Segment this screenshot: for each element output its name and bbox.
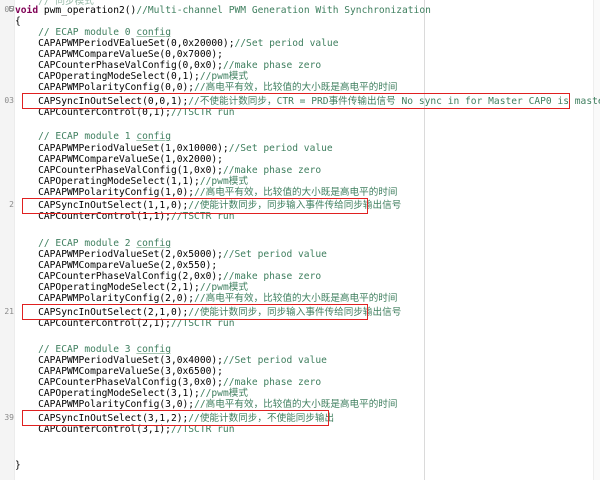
code-comment: //高电平有效，比较值的大小既是高电平的时间	[194, 399, 398, 410]
line-number: 21	[4, 307, 14, 316]
code-text: CAPCounterPhaseValConfig(1,0x0);	[15, 165, 223, 176]
code-comment: //make phase zero	[222, 271, 322, 282]
code-comment: //make phase zero	[222, 377, 322, 388]
code-line[interactable]: CAPCounterPhaseValConfig(0,0x0);//make p…	[15, 60, 321, 71]
vertical-scrollbar[interactable]	[593, 0, 600, 480]
code-comment: config	[136, 27, 171, 38]
code-line[interactable]: CAPAPWMPeriodValueSet(3,0x4000);//Set pe…	[15, 355, 327, 366]
code-comment: //pwm模式	[199, 388, 248, 399]
code-line[interactable]: CAPOperatingModeSelect(1,1);//pwm模式	[15, 176, 248, 187]
code-text: {	[15, 16, 21, 27]
highlight-sync-cap1	[22, 198, 368, 214]
code-comment: //pwm模式	[199, 282, 248, 293]
line-number: 05	[4, 5, 14, 14]
code-line[interactable]: // ECAP module 3 config	[15, 344, 171, 355]
code-line[interactable]: // ECAP module 0 config	[15, 27, 171, 38]
code-line[interactable]: CAPAPWMCompareValueSe(1,0x2000);	[15, 154, 223, 165]
code-text: CAPOperatingModeSelect(2,1);	[15, 282, 200, 293]
code-text: CAPAPWMCompareValueSe(1,0x2000);	[15, 154, 223, 165]
code-comment: // ECAP module 3	[38, 344, 137, 355]
highlight-sync-cap3	[22, 410, 329, 426]
code-text: CAPCounterPhaseValConfig(2,0x0);	[15, 271, 223, 282]
code-text: CAPAPWMPeriodVEalueSet(0,0x20000);	[15, 38, 235, 49]
code-line[interactable]: CAPAPWMPeriodValueSet(2,0x5000);//Set pe…	[15, 249, 327, 260]
code-comment: // ECAP module 0	[38, 27, 137, 38]
code-comment: //高电平有效，比较值的大小既是高电平的时间	[194, 293, 398, 304]
code-text: CAPAPWMPeriodValueSet(2,0x5000);	[15, 249, 223, 260]
code-comment: //pwm模式	[199, 176, 248, 187]
code-comment: //Multi-channel PWM Generation With Sync…	[136, 5, 431, 16]
code-line[interactable]: CAPCounterPhaseValConfig(1,0x0);//make p…	[15, 165, 321, 176]
code-line[interactable]: CAPAPWMPeriodValueSet(1,0x10000);//Set p…	[15, 143, 333, 154]
code-line[interactable]: CAPAPWMCompareValueSe(0,0x7000);	[15, 49, 223, 60]
code-line[interactable]: CAPAPWMPolarityConfig(0,0);//高电平有效，比较值的大…	[15, 82, 398, 93]
code-text: CAPAPWMPeriodValueSet(1,0x10000);	[15, 143, 229, 154]
code-comment: config	[136, 344, 171, 355]
code-line[interactable]: CAPCounterPhaseValConfig(3,0x0);//make p…	[15, 377, 321, 388]
code-comment: //pwm模式	[199, 71, 248, 82]
code-line[interactable]: CAPAPWMPolarityConfig(2,0);//高电平有效，比较值的大…	[15, 293, 398, 304]
code-text: CAPAPWMCompareValueSe(2,0x550);	[15, 260, 218, 271]
code-comment: // ECAP module 2	[38, 238, 137, 249]
code-line[interactable]: CAPAPWMPolarityConfig(1,0);//高电平有效，比较值的大…	[15, 187, 398, 198]
code-line[interactable]: CAPOperatingModeSelect(2,1);//pwm模式	[15, 282, 248, 293]
code-text: CAPOperatingModeSelect(1,1);	[15, 176, 200, 187]
highlight-sync-cap2	[22, 304, 368, 320]
code-text: CAPAPWMCompareValueSe(0,0x7000);	[15, 49, 223, 60]
code-line[interactable]: CAPCounterPhaseValConfig(2,0x0);//make p…	[15, 271, 321, 282]
code-text: pwm_operation2()	[38, 5, 137, 16]
code-text: CAPAPWMPolarityConfig(0,0);	[15, 82, 195, 93]
code-text: CAPAPWMPolarityConfig(1,0);	[15, 187, 195, 198]
line-number: 2	[9, 200, 14, 209]
line-number: 03	[4, 96, 14, 105]
code-comment: //Set period value	[234, 38, 339, 49]
code-text: CAPAPWMCompareValueSe(3,0x6500);	[15, 366, 223, 377]
code-text: CAPCounterPhaseValConfig(3,0x0);	[15, 377, 223, 388]
code-comment: config	[136, 238, 171, 249]
code-text: CAPCounterPhaseValConfig(0,0x0);	[15, 60, 223, 71]
code-comment: //高电平有效，比较值的大小既是高电平的时间	[194, 82, 398, 93]
code-comment: //Set period value	[222, 355, 327, 366]
code-text: }	[15, 460, 21, 471]
code-keyword: void	[15, 5, 39, 16]
code-text: CAPOperatingModeSelect(3,1);	[15, 388, 200, 399]
code-line[interactable]: CAPAPWMCompareValueSe(2,0x550);	[15, 260, 217, 271]
code-line[interactable]: CAPAPWMPolarityConfig(3,0);//高电平有效，比较值的大…	[15, 399, 398, 410]
highlight-sync-cap0	[22, 93, 570, 109]
code-line[interactable]: CAPAPWMPeriodVEalueSet(0,0x20000);//Set …	[15, 38, 338, 49]
code-line[interactable]: void pwm_operation2()//Multi-channel PWM…	[15, 5, 431, 16]
code-line[interactable]: CAPOperatingModeSelect(3,1);//pwm模式	[15, 388, 248, 399]
code-line[interactable]: {	[15, 16, 21, 27]
code-comment: //Set period value	[222, 249, 327, 260]
code-line[interactable]: CAPAPWMCompareValueSe(3,0x6500);	[15, 366, 223, 377]
code-line[interactable]: // ECAP module 1 config	[15, 131, 171, 142]
code-comment: //make phase zero	[222, 60, 322, 71]
code-comment: //Set period value	[228, 143, 333, 154]
code-text: CAPOperatingModeSelect(0,1);	[15, 71, 200, 82]
line-number: 39	[4, 413, 14, 422]
code-text: CAPAPWMPeriodValueSet(3,0x4000);	[15, 355, 223, 366]
code-text: CAPAPWMPolarityConfig(3,0);	[15, 399, 195, 410]
code-comment: //高电平有效，比较值的大小既是高电平的时间	[194, 187, 398, 198]
code-line[interactable]: CAPOperatingModeSelect(0,1);//pwm模式	[15, 71, 248, 82]
code-text: CAPAPWMPolarityConfig(2,0);	[15, 293, 195, 304]
code-line[interactable]: // ECAP module 2 config	[15, 238, 171, 249]
line-number-gutter	[0, 0, 15, 480]
code-comment: // ECAP module 1	[38, 131, 137, 142]
code-line[interactable]: }	[15, 460, 21, 471]
code-comment: //make phase zero	[222, 165, 322, 176]
print-margin-line	[424, 0, 425, 480]
code-comment: config	[136, 131, 171, 142]
